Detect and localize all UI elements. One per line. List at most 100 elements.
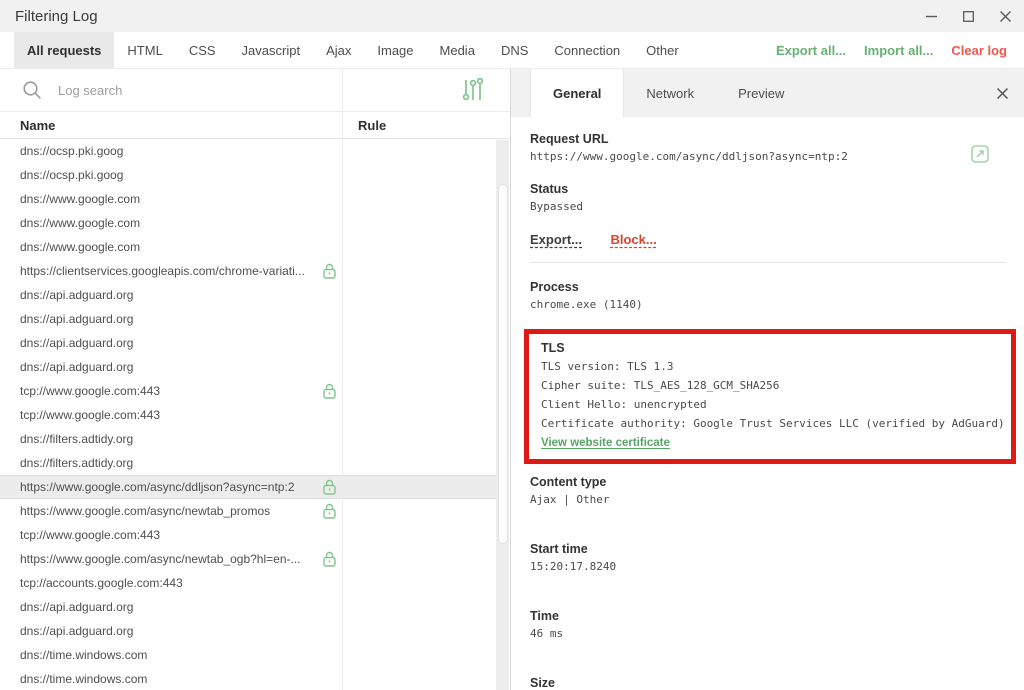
request-url-label: Request URL — [530, 132, 609, 146]
column-header-name[interactable]: Name — [0, 118, 342, 133]
tab-ajax[interactable]: Ajax — [313, 32, 364, 68]
table-row[interactable]: https://www.google.com/async/newtab_ogb?… — [0, 547, 497, 571]
table-row[interactable]: dns://time.windows.com — [0, 643, 497, 667]
tab-image[interactable]: Image — [364, 32, 426, 68]
open-in-browser-icon[interactable] — [971, 145, 989, 163]
table-row[interactable]: https://clientservices.googleapis.com/ch… — [0, 259, 497, 283]
request-name: https://www.google.com/async/newtab_ogb?… — [20, 552, 301, 566]
request-name: dns://www.google.com — [20, 216, 141, 230]
request-name: https://clientservices.googleapis.com/ch… — [20, 264, 305, 278]
secure-lock-icon — [323, 503, 336, 519]
status-label: Status — [530, 182, 569, 196]
list-scrollbar[interactable] — [496, 140, 509, 690]
table-row[interactable]: dns://www.google.com — [0, 235, 497, 259]
tab-preview[interactable]: Preview — [716, 69, 806, 117]
request-name: dns://api.adguard.org — [20, 288, 134, 302]
close-button[interactable] — [987, 0, 1024, 32]
window-title: Filtering Log — [15, 7, 98, 25]
section-divider — [530, 262, 1006, 263]
table-row[interactable]: dns://time.windows.com — [0, 667, 497, 690]
request-list: dns://ocsp.pki.goog dns://ocsp.pki.goog … — [0, 139, 510, 690]
request-url-section: Request URL https://www.google.com/async… — [530, 131, 1006, 165]
request-name: dns://api.adguard.org — [20, 312, 134, 326]
table-row[interactable]: tcp://www.google.com:443 — [0, 379, 497, 403]
export-all-button[interactable]: Export all... — [767, 32, 855, 68]
content-type-label: Content type — [530, 475, 607, 489]
request-name: dns://api.adguard.org — [20, 600, 134, 614]
details-close-button[interactable] — [997, 69, 1008, 117]
export-link[interactable]: Export... — [530, 232, 582, 247]
request-name: https://www.google.com/async/ddljson?asy… — [20, 480, 295, 494]
request-details-panel: General Network Preview Request URL http… — [511, 69, 1024, 690]
table-row[interactable]: dns://api.adguard.org — [0, 355, 497, 379]
table-row[interactable]: dns://api.adguard.org — [0, 595, 497, 619]
status-value: Bypassed — [530, 200, 583, 213]
request-name: dns://api.adguard.org — [20, 336, 134, 350]
clear-log-button[interactable]: Clear log — [942, 32, 1016, 68]
table-row[interactable]: tcp://www.google.com:443 — [0, 403, 497, 427]
tab-connection[interactable]: Connection — [541, 32, 633, 68]
table-row[interactable]: tcp://www.google.com:443 — [0, 523, 497, 547]
import-all-button[interactable]: Import all... — [855, 32, 942, 68]
tab-dns[interactable]: DNS — [488, 32, 541, 68]
content-type-section: Content type Ajax | Other — [530, 474, 1006, 508]
column-header-rule[interactable]: Rule — [342, 118, 386, 133]
block-link[interactable]: Block... — [610, 232, 656, 247]
tls-client-hello-line: Client Hello: unencrypted — [541, 398, 707, 411]
tab-css[interactable]: CSS — [176, 32, 229, 68]
tls-section-highlight-annotation: TLS TLS version: TLS 1.3 Cipher suite: T… — [524, 329, 1016, 464]
minimize-button[interactable] — [913, 0, 950, 32]
table-row[interactable]: dns://api.adguard.org — [0, 331, 497, 355]
table-row[interactable]: dns://api.adguard.org — [0, 283, 497, 307]
table-row[interactable]: dns://api.adguard.org — [0, 307, 497, 331]
content-type-value: Ajax | Other — [530, 493, 610, 506]
filter-settings-icon[interactable] — [462, 78, 484, 102]
table-row[interactable]: dns://ocsp.pki.goog — [0, 163, 497, 187]
process-label: Process — [530, 280, 579, 294]
size-section: Size ↑0 B ↓0 B — [530, 675, 1006, 690]
search-bar — [0, 69, 510, 112]
table-row[interactable]: dns://www.google.com — [0, 211, 497, 235]
view-certificate-link[interactable]: View website certificate — [541, 437, 670, 449]
tab-javascript[interactable]: Javascript — [229, 32, 314, 68]
scrollbar-thumb[interactable] — [497, 184, 508, 544]
table-row[interactable]: https://www.google.com/async/ddljson?asy… — [0, 475, 497, 499]
tab-all-requests[interactable]: All requests — [14, 32, 115, 68]
tab-network[interactable]: Network — [624, 69, 716, 117]
request-log-panel: Name Rule dns://ocsp.pki.goog dns://ocsp… — [0, 69, 511, 690]
search-input[interactable] — [42, 82, 462, 98]
request-name: dns://www.google.com — [20, 192, 141, 206]
tls-certificate-authority-line: Certificate authority: Google Trust Serv… — [541, 417, 1005, 430]
table-row[interactable]: dns://ocsp.pki.goog — [0, 139, 497, 163]
tab-media[interactable]: Media — [427, 32, 488, 68]
table-row[interactable]: https://www.google.com/async/newtab_prom… — [0, 499, 497, 523]
minimize-icon — [926, 15, 937, 17]
table-row[interactable]: dns://filters.adtidy.org — [0, 427, 497, 451]
request-actions: Export... Block... — [530, 231, 1006, 249]
secure-lock-icon — [323, 263, 336, 279]
tab-html[interactable]: HTML — [114, 32, 175, 68]
tab-bar-spacer — [692, 32, 767, 68]
request-type-tab-bar: All requests HTML CSS Javascript Ajax Im… — [0, 32, 1024, 69]
request-url-value: https://www.google.com/async/ddljson?asy… — [530, 150, 848, 163]
secure-lock-icon — [323, 383, 336, 399]
time-label: Time — [530, 609, 559, 623]
table-row[interactable]: dns://www.google.com — [0, 187, 497, 211]
tls-label: TLS — [541, 341, 565, 355]
process-value: chrome.exe (1140) — [530, 298, 643, 311]
maximize-button[interactable] — [950, 0, 987, 32]
tab-other[interactable]: Other — [633, 32, 692, 68]
request-name: dns://time.windows.com — [20, 672, 148, 686]
table-row[interactable]: tcp://accounts.google.com:443 — [0, 571, 497, 595]
process-section: Process chrome.exe (1140) — [530, 279, 1006, 313]
time-section: Time 46 ms — [530, 608, 1006, 642]
tab-general[interactable]: General — [530, 69, 625, 117]
table-row[interactable]: dns://filters.adtidy.org — [0, 451, 497, 475]
table-row[interactable]: dns://api.adguard.org — [0, 619, 497, 643]
request-name: dns://api.adguard.org — [20, 624, 134, 638]
close-icon — [997, 87, 1008, 99]
request-name: tcp://www.google.com:443 — [20, 528, 161, 542]
close-icon — [1000, 10, 1011, 22]
table-header: Name Rule — [0, 112, 510, 139]
maximize-icon — [963, 10, 974, 22]
